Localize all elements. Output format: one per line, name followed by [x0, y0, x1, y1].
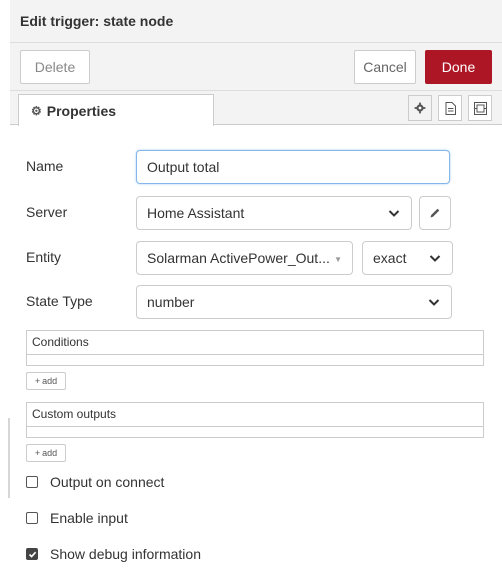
show-debug-checkbox[interactable] [26, 548, 38, 560]
add-condition-label: add [42, 376, 58, 386]
server-row: Server Home Assistant [10, 196, 502, 230]
output-on-connect-checkbox[interactable] [26, 476, 38, 488]
conditions-list: Conditions [26, 330, 484, 366]
state-type-select[interactable]: number [136, 285, 452, 319]
checkmark-icon [28, 551, 36, 558]
tab-appearance[interactable] [468, 95, 492, 121]
tab-description[interactable] [438, 95, 462, 121]
custom-outputs-list: Custom outputs [26, 402, 484, 438]
chevron-down-icon [429, 255, 441, 262]
conditions-header: Conditions [27, 331, 483, 355]
show-debug-option[interactable]: Show debug information [26, 544, 201, 564]
add-condition-button[interactable]: + add [26, 372, 66, 390]
output-on-connect-option[interactable]: Output on connect [26, 472, 164, 492]
entity-label: Entity [26, 249, 62, 265]
plus-icon: + [34, 376, 41, 386]
custom-outputs-header: Custom outputs [27, 403, 483, 427]
enable-input-option[interactable]: Enable input [26, 508, 128, 528]
plus-icon: + [34, 448, 41, 458]
dialog-title: Edit trigger: state node [20, 13, 174, 29]
chevron-down-icon [388, 210, 400, 217]
tab-properties-label: Properties [46, 102, 117, 119]
cancel-button[interactable]: Cancel [354, 50, 416, 84]
server-select[interactable]: Home Assistant [136, 196, 412, 230]
dialog-toolbar: Delete Cancel Done [10, 43, 502, 91]
state-type-value: number [147, 294, 195, 310]
state-type-label: State Type [26, 293, 93, 309]
add-custom-output-label: add [42, 448, 58, 458]
entity-match-select[interactable]: exact [362, 241, 453, 275]
tab-properties[interactable]: ⚙ Properties [18, 94, 214, 126]
name-input[interactable]: Output total [136, 150, 450, 184]
dialog-header: Edit trigger: state node [10, 0, 502, 43]
tab-settings[interactable] [408, 95, 432, 121]
entity-match-value: exact [373, 250, 407, 266]
gear-icon: ⚙ [31, 103, 42, 118]
server-label: Server [26, 204, 68, 220]
enable-input-checkbox[interactable] [26, 512, 38, 524]
name-label: Name [26, 158, 64, 174]
name-row: Name Output total [10, 150, 502, 184]
delete-button[interactable]: Delete [20, 50, 90, 84]
caret-down-icon: ▼ [334, 255, 342, 264]
name-value: Output total [147, 159, 220, 175]
document-icon [445, 101, 456, 115]
gear-icon [414, 102, 426, 114]
chevron-down-icon [428, 299, 440, 306]
add-custom-output-button[interactable]: + add [26, 444, 66, 462]
done-button[interactable]: Done [425, 50, 492, 84]
layout-icon [473, 101, 487, 115]
tab-bar: ⚙ Properties [10, 91, 502, 126]
entity-select[interactable]: Solarman ActivePower_Out... ▼ [136, 241, 353, 275]
pencil-icon [430, 208, 440, 218]
show-debug-label: Show debug information [50, 546, 201, 562]
edit-server-button[interactable] [419, 196, 451, 230]
enable-input-label: Enable input [50, 510, 128, 526]
entity-value: Solarman ActivePower_Out... [147, 250, 330, 266]
state-type-row: State Type number [10, 285, 502, 319]
server-value: Home Assistant [147, 205, 245, 221]
output-on-connect-label: Output on connect [50, 474, 165, 490]
entity-row: Entity Solarman ActivePower_Out... ▼ exa… [10, 241, 502, 275]
edit-dialog: Edit trigger: state node Delete Cancel D… [10, 0, 502, 578]
